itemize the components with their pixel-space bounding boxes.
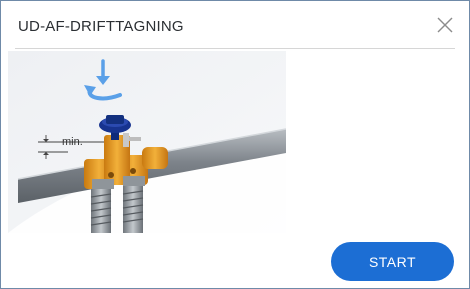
close-button[interactable] <box>435 15 455 35</box>
min-label: min. <box>62 136 83 148</box>
title-divider <box>15 48 455 49</box>
close-icon <box>437 17 453 33</box>
dialog-window: UD-AF-DRIFTTAGNING min. START <box>0 0 470 289</box>
valve-illustration: min. <box>8 51 286 233</box>
dialog-title: UD-AF-DRIFTTAGNING <box>18 18 184 35</box>
start-button[interactable]: START <box>331 242 454 281</box>
